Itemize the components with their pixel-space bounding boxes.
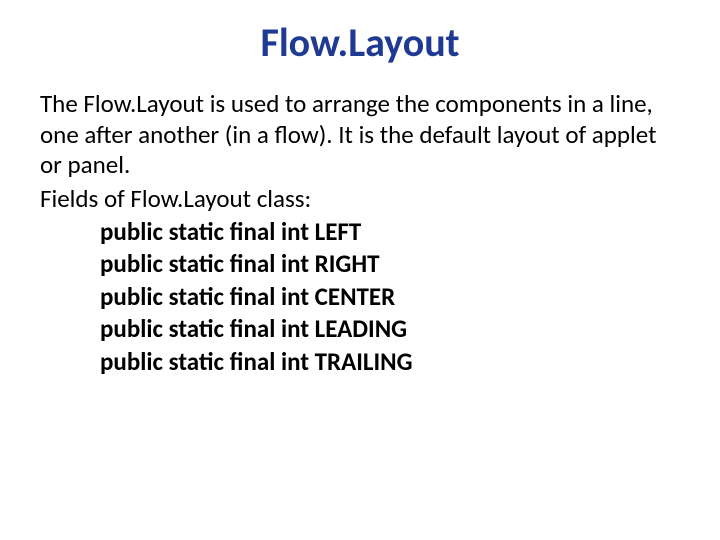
list-item: public static final int TRAILING xyxy=(100,346,680,379)
fields-label: Fields of Flow.Layout class: xyxy=(40,183,680,214)
fields-list: public static final int LEFT public stat… xyxy=(40,216,680,379)
list-item: public static final int LEADING xyxy=(100,313,680,346)
description-text: The Flow.Layout is used to arrange the c… xyxy=(40,89,680,181)
page-title: Flow.Layout xyxy=(40,18,680,67)
list-item: public static final int RIGHT xyxy=(100,248,680,281)
list-item: public static final int CENTER xyxy=(100,281,680,314)
list-item: public static final int LEFT xyxy=(100,216,680,249)
